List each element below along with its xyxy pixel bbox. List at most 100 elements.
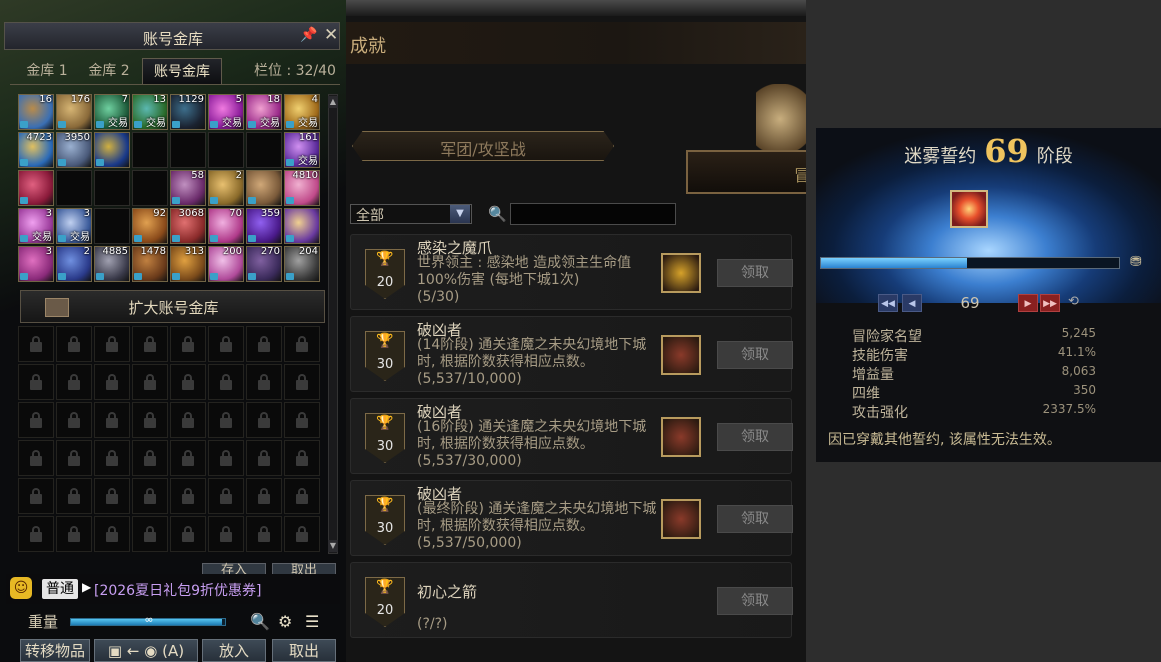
vault-item-slot[interactable]: 5 交易	[208, 94, 244, 130]
chat-channel-badge[interactable]: 普通	[42, 579, 78, 599]
bag-swap-button[interactable]: ▣ ← ◉ (A)	[94, 639, 198, 662]
vault-item-slot[interactable]: 70	[208, 208, 244, 244]
vault-empty-slot[interactable]	[132, 170, 168, 206]
pin-icon[interactable]: 📌	[300, 27, 317, 43]
scroll-down-icon[interactable]: ▼	[328, 540, 338, 552]
vault-empty-slot[interactable]	[56, 170, 92, 206]
prev-stage-icon[interactable]: ◀	[902, 294, 922, 312]
padlock-icon	[105, 450, 119, 466]
list-icon[interactable]: ☰	[305, 612, 319, 631]
achievement-points: 30	[376, 439, 394, 454]
vault-item-slot[interactable]: 1129	[170, 94, 206, 130]
vault-empty-slot[interactable]	[94, 208, 130, 244]
vault-item-slot[interactable]: 18 交易	[246, 94, 282, 130]
vault-item-slot[interactable]	[284, 208, 320, 244]
vault-item-slot[interactable]: 161 交易	[284, 132, 320, 168]
padlock-icon	[257, 526, 271, 542]
search-icon[interactable]: 🔍	[250, 612, 270, 631]
gear-icon[interactable]: ⚙	[278, 612, 292, 631]
vault-item-slot[interactable]	[94, 132, 130, 168]
first-stage-icon[interactable]: ◀◀	[878, 294, 898, 312]
vault-item-slot[interactable]: 7 交易	[94, 94, 130, 130]
vault-item-slot[interactable]: 4723	[18, 132, 54, 168]
locked-slot	[132, 364, 168, 400]
achievement-search-input[interactable]	[510, 203, 676, 225]
vault-empty-slot[interactable]	[132, 132, 168, 168]
reset-icon[interactable]: ⟲	[1068, 294, 1079, 309]
locked-slot	[170, 402, 206, 438]
padlock-icon	[219, 374, 233, 390]
account-lock-icon	[172, 273, 180, 280]
chest-icon[interactable]: ⛃	[1130, 254, 1142, 270]
bag-icon: ▣	[107, 642, 123, 660]
expand-vault-label: 扩大账号金库	[128, 299, 219, 317]
claim-button[interactable]: 领取	[717, 423, 793, 451]
reward-icon[interactable]	[661, 499, 701, 539]
take-out-button[interactable]: 取出	[272, 639, 336, 662]
expand-vault-button[interactable]: 扩大账号金库	[20, 290, 325, 323]
tab-vault-2[interactable]: 金库 2	[80, 58, 138, 84]
scroll-up-icon[interactable]: ▲	[328, 96, 338, 108]
claim-button[interactable]: 领取	[717, 587, 793, 615]
claim-button[interactable]: 领取	[717, 505, 793, 533]
vault-item-slot[interactable]: 13 交易	[132, 94, 168, 130]
claim-button[interactable]: 领取	[717, 259, 793, 287]
locked-slot	[170, 326, 206, 362]
vault-item-slot[interactable]: 4810	[284, 170, 320, 206]
transfer-items-button[interactable]: 转移物品	[20, 639, 90, 662]
item-tradeable-label: 交易	[70, 232, 90, 243]
vault-item-slot[interactable]: 3 交易	[56, 208, 92, 244]
emoji-icon[interactable]: ☺	[10, 577, 32, 599]
vault-item-slot[interactable]: 3950	[56, 132, 92, 168]
tab-account-vault[interactable]: 账号金库	[142, 58, 222, 84]
claim-button[interactable]: 领取	[717, 341, 793, 369]
achievement-card: 🏆 30 破凶者 (14阶段) 通关逢魔之未央幻境地下城时, 根据阶数获得相应点数。(…	[350, 316, 793, 392]
tab-vault-1[interactable]: 金库 1	[18, 58, 76, 84]
vault-scrollbar[interactable]	[328, 94, 338, 554]
achievement-desc-text: (14阶段) 通关逢魔之未央幻境地下城时, 根据阶数获得相应点数。	[417, 337, 647, 370]
vault-item-slot[interactable]: 270	[246, 246, 282, 282]
locked-slot	[170, 364, 206, 400]
vault-item-slot[interactable]: 2	[56, 246, 92, 282]
vault-empty-slot[interactable]	[94, 170, 130, 206]
vault-item-slot[interactable]: 359	[246, 208, 282, 244]
vault-item-slot[interactable]: 204	[284, 246, 320, 282]
chat-message[interactable]: [2026夏日礼包9折优惠券]	[94, 580, 261, 600]
weight-value: ∞	[144, 613, 154, 626]
reward-icon[interactable]	[661, 253, 701, 293]
vault-item-slot[interactable]: 58	[170, 170, 206, 206]
next-stage-icon[interactable]: ▶	[1018, 294, 1038, 312]
vault-empty-slot[interactable]	[246, 132, 282, 168]
achievement-progress: (5,537/30,000)	[417, 453, 522, 469]
achievement-progress: (5,537/10,000)	[417, 371, 522, 387]
vault-item-slot[interactable]	[18, 170, 54, 206]
vault-empty-slot[interactable]	[170, 132, 206, 168]
vault-item-slot[interactable]	[246, 170, 282, 206]
vault-item-slot[interactable]: 3	[18, 246, 54, 282]
vault-item-slot[interactable]: 200	[208, 246, 244, 282]
vault-item-slot[interactable]: 1478	[132, 246, 168, 282]
vault-item-slot[interactable]: 92	[132, 208, 168, 244]
put-in-button[interactable]: 放入	[202, 639, 266, 662]
account-lock-icon	[20, 121, 28, 128]
vault-item-slot[interactable]: 16	[18, 94, 54, 130]
reward-icon[interactable]	[661, 417, 701, 457]
vault-empty-slot[interactable]	[208, 132, 244, 168]
vault-item-slot[interactable]: 2	[208, 170, 244, 206]
achievement-header	[346, 22, 806, 64]
account-lock-icon	[58, 235, 66, 242]
stat-value: 8,063	[1061, 364, 1096, 378]
vault-item-slot[interactable]: 4885	[94, 246, 130, 282]
vault-item-slot[interactable]: 176	[56, 94, 92, 130]
last-stage-icon[interactable]: ▶▶	[1040, 294, 1060, 312]
vault-item-slot[interactable]: 3068	[170, 208, 206, 244]
locked-slot	[284, 440, 320, 476]
chevron-down-icon[interactable]: ▼	[450, 205, 470, 223]
right-category-tab[interactable]	[686, 150, 806, 194]
vault-item-slot[interactable]: 3 交易	[18, 208, 54, 244]
account-lock-icon	[286, 273, 294, 280]
vault-item-slot[interactable]: 313	[170, 246, 206, 282]
close-icon[interactable]: ✕	[324, 25, 338, 45]
reward-icon[interactable]	[661, 335, 701, 375]
vault-item-slot[interactable]: 4 交易	[284, 94, 320, 130]
